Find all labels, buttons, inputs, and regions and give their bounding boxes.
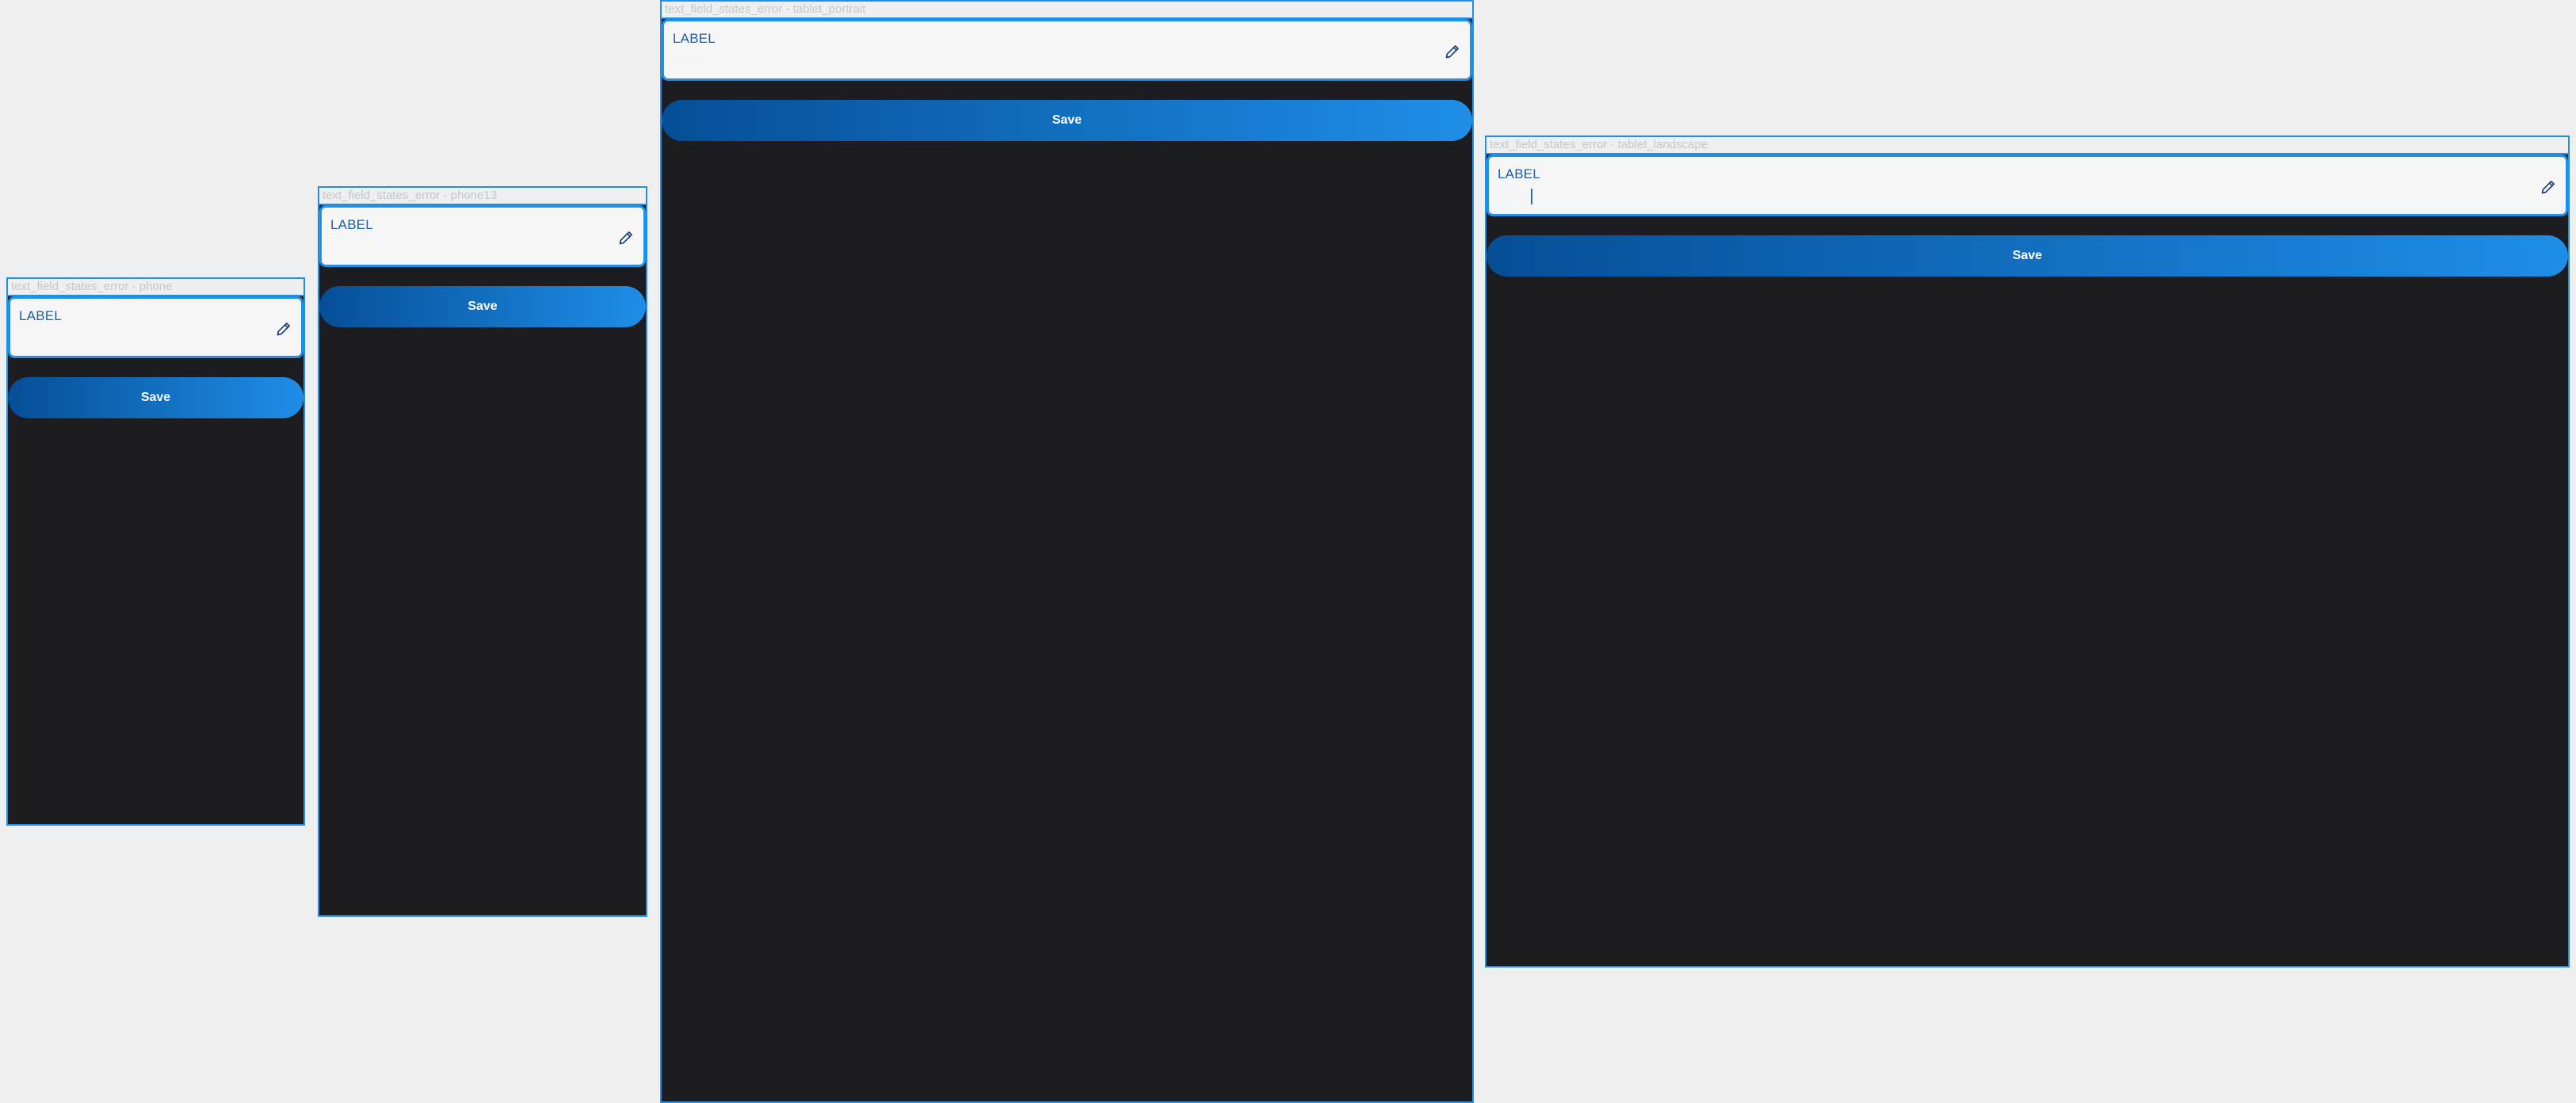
frame-title: text_field_states_error - tablet_portrai… [662,2,1472,19]
field-label: LABEL [1498,166,1540,181]
save-button[interactable]: Save [662,100,1472,141]
text-caret [1530,189,1532,204]
field-value: Value [1498,189,1532,204]
text-field[interactable]: LABEL [319,205,646,267]
save-button[interactable]: Save [1486,235,2568,277]
device-frame-phone: text_field_states_error - phone LABEL Sa… [6,277,305,826]
pencil-edit-icon[interactable] [276,321,292,337]
text-field[interactable]: LABEL Value [662,19,1472,81]
field-label: LABEL [19,308,62,323]
field-value: Value [673,53,704,67]
text-field[interactable]: LABEL [8,296,303,358]
pencil-edit-icon[interactable] [618,230,634,246]
device-frame-tablet-portrait: text_field_states_error - tablet_portrai… [660,0,1474,1103]
frame-title: text_field_states_error - phone [8,279,303,296]
text-field[interactable]: LABEL Value [1486,155,2568,216]
frame-title: text_field_states_error - phone13 [319,188,646,205]
device-frame-tablet-landscape: text_field_states_error - tablet_landsca… [1485,135,2570,968]
pencil-edit-icon[interactable] [2540,179,2556,195]
field-label: LABEL [330,217,373,232]
device-frame-phone13: text_field_states_error - phone13 LABEL … [318,186,647,917]
save-button[interactable]: Save [8,377,303,418]
pencil-edit-icon[interactable] [1444,44,1460,59]
frame-title: text_field_states_error - tablet_landsca… [1486,137,2568,155]
field-label: LABEL [673,31,716,46]
save-button[interactable]: Save [319,286,646,327]
